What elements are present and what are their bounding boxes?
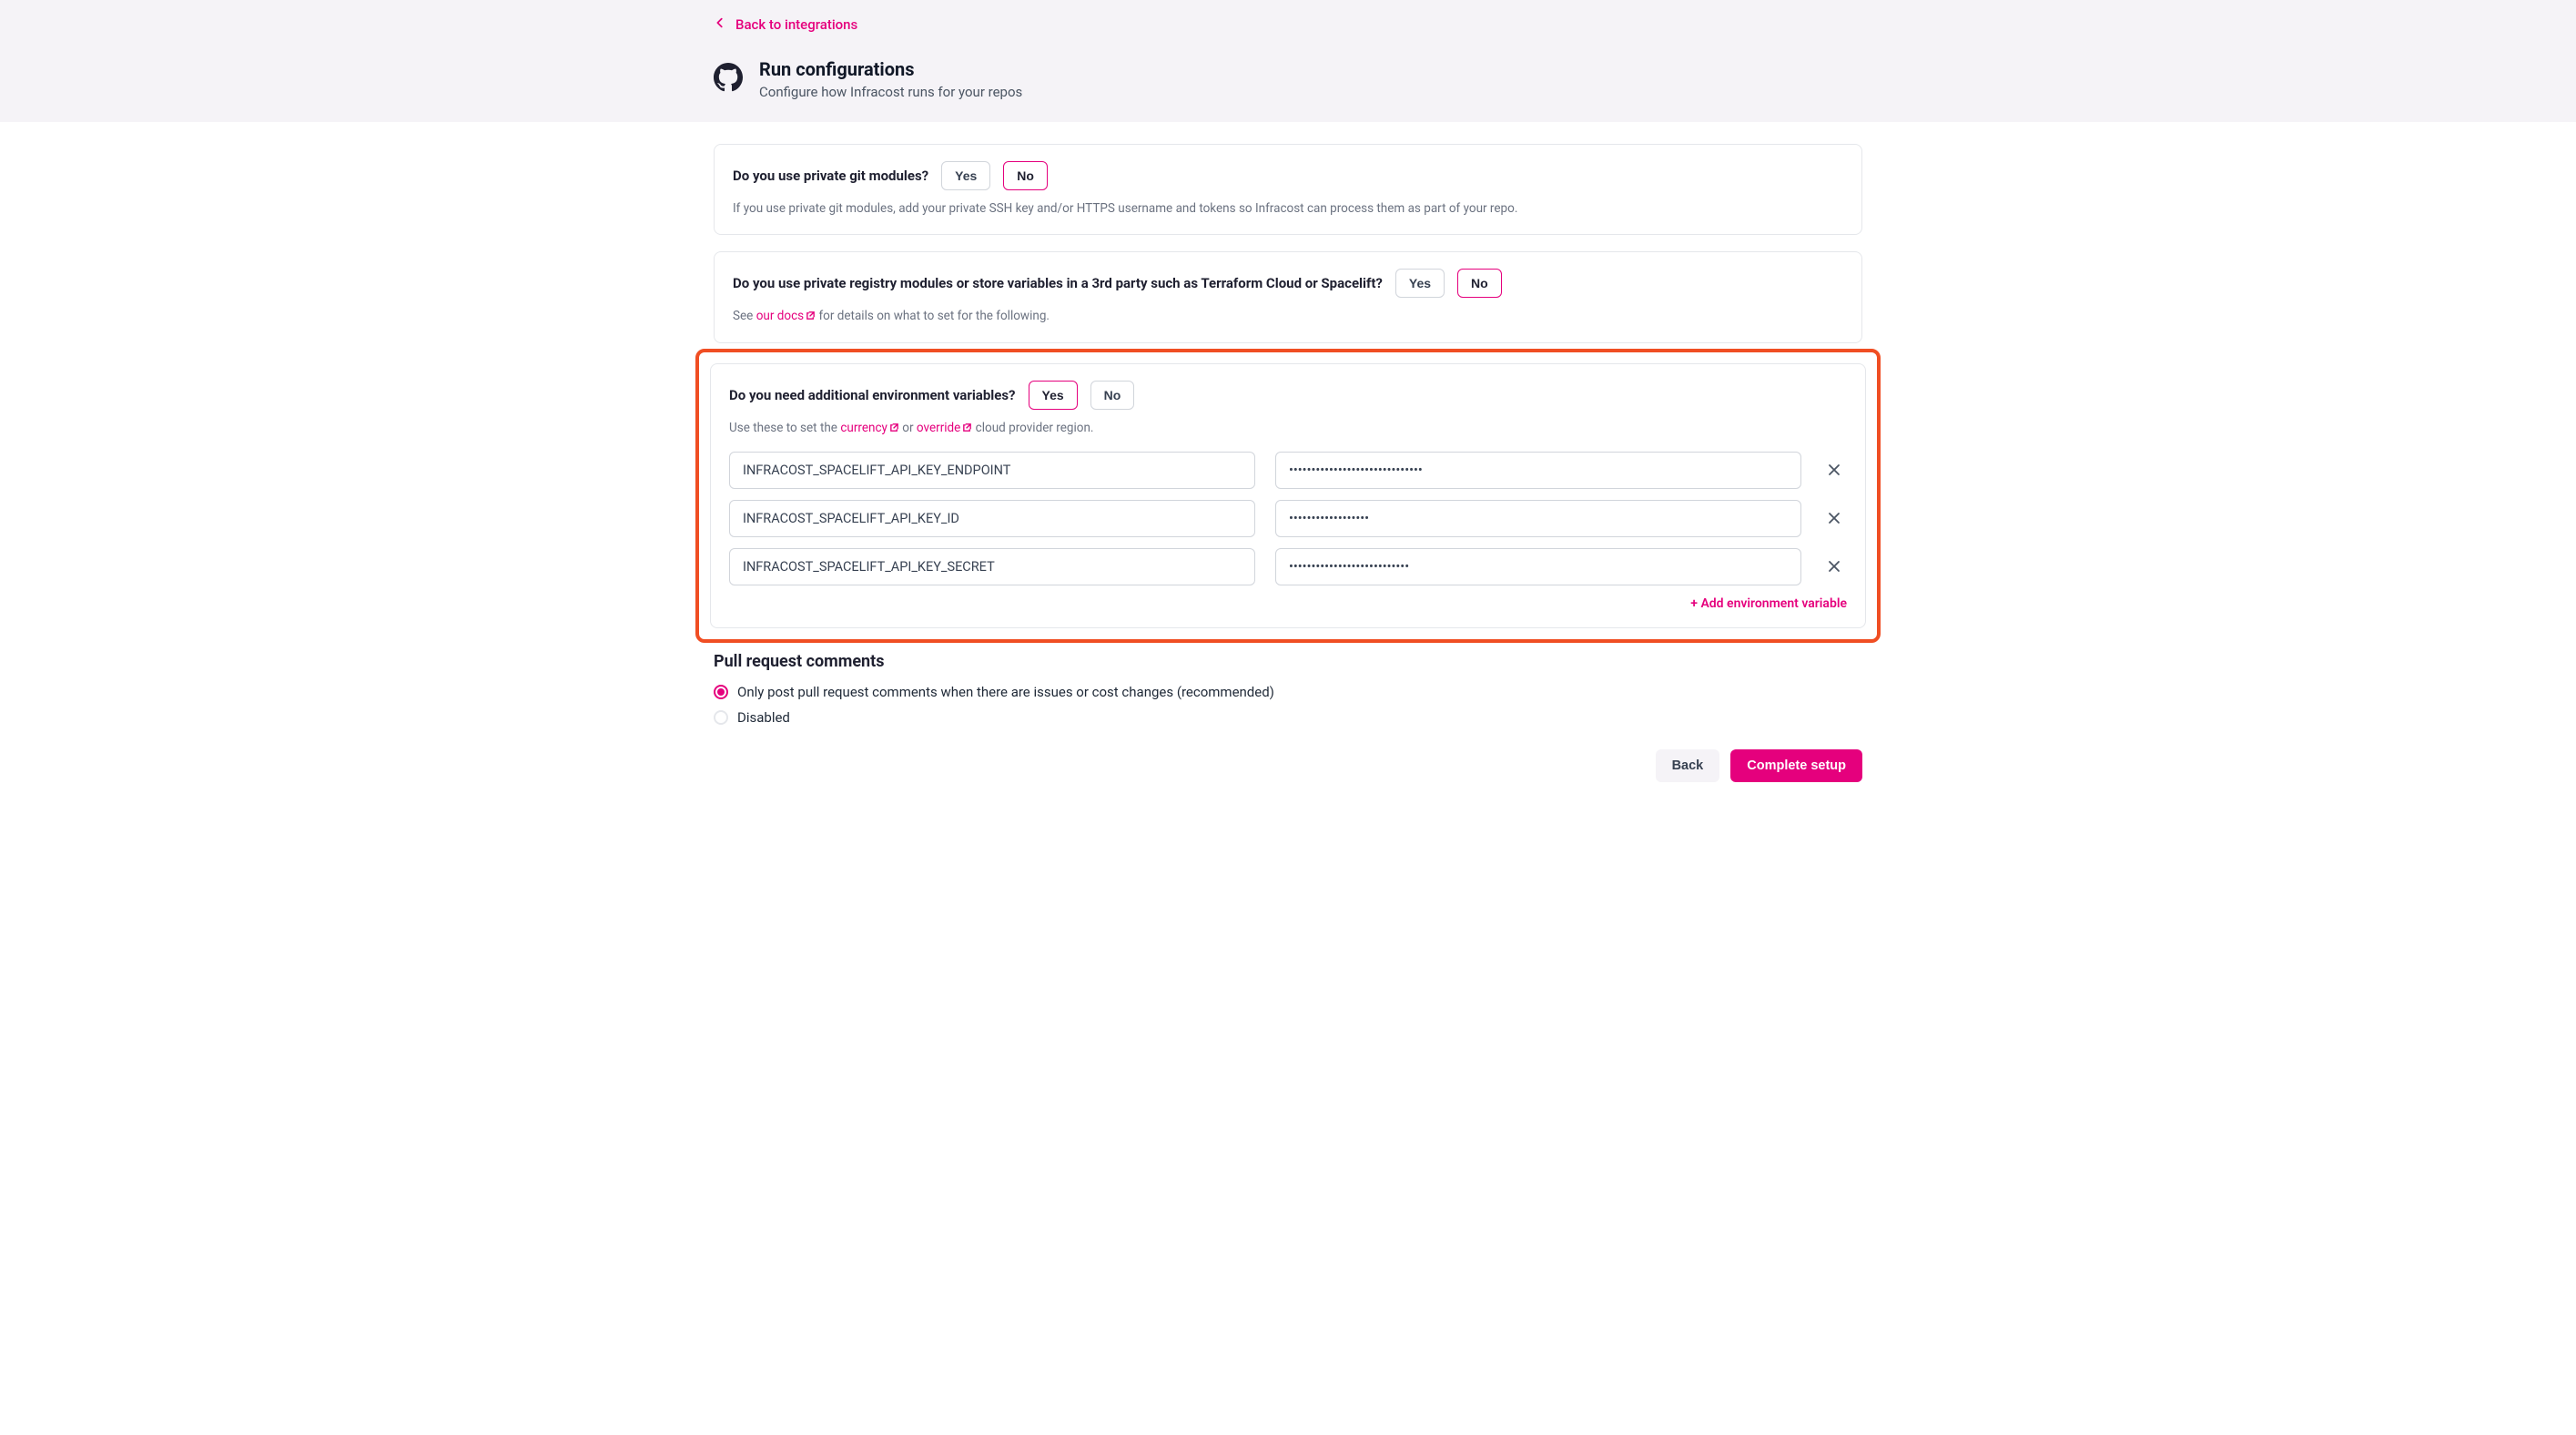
env-key-input[interactable]: [729, 548, 1255, 585]
arrow-left-icon: [714, 16, 726, 33]
currency-link[interactable]: currency: [840, 421, 899, 435]
env-value-input[interactable]: [1275, 500, 1801, 537]
env-row: [729, 500, 1847, 537]
pr-option-recommended[interactable]: Only post pull request comments when the…: [714, 684, 1862, 700]
registry-modules-card: Do you use private registry modules or s…: [714, 251, 1862, 342]
close-icon: [1827, 463, 1841, 477]
github-icon: [714, 63, 743, 96]
env-key-input[interactable]: [729, 452, 1255, 489]
env-vars-help: Use these to set the currency or overrid…: [729, 419, 1847, 437]
pr-option-recommended-label: Only post pull request comments when the…: [737, 684, 1274, 700]
page-title: Run configurations: [759, 58, 1022, 80]
env-vars-card: Do you need additional environment varia…: [710, 363, 1866, 628]
env-vars-no-button[interactable]: No: [1090, 381, 1135, 410]
radio-checked-icon: [714, 685, 728, 699]
env-key-input[interactable]: [729, 500, 1255, 537]
env-vars-yes-button[interactable]: Yes: [1029, 381, 1078, 410]
page-subtitle: Configure how Infracost runs for your re…: [759, 84, 1022, 100]
external-link-icon: [889, 422, 899, 433]
highlighted-env-section: Do you need additional environment varia…: [695, 349, 1881, 643]
git-modules-card: Do you use private git modules? Yes No I…: [714, 144, 1862, 235]
back-link-label: Back to integrations: [735, 16, 857, 33]
pr-comments-title: Pull request comments: [714, 652, 1862, 671]
registry-no-button[interactable]: No: [1457, 269, 1502, 298]
pr-option-disabled-label: Disabled: [737, 709, 790, 726]
back-to-integrations-link[interactable]: Back to integrations: [714, 16, 857, 33]
override-link[interactable]: override: [917, 421, 972, 435]
external-link-icon: [962, 422, 972, 433]
pr-option-disabled[interactable]: Disabled: [714, 709, 1862, 726]
registry-help: See our docs for details on what to set …: [733, 307, 1843, 325]
env-row: [729, 548, 1847, 585]
git-modules-help: If you use private git modules, add your…: [733, 199, 1843, 218]
registry-yes-button[interactable]: Yes: [1395, 269, 1445, 298]
close-icon: [1827, 559, 1841, 574]
radio-unchecked-icon: [714, 710, 728, 725]
add-env-var-link[interactable]: + Add environment variable: [729, 596, 1847, 611]
env-value-input[interactable]: [1275, 452, 1801, 489]
external-link-icon: [806, 310, 816, 321]
env-row: [729, 452, 1847, 489]
remove-env-button[interactable]: [1821, 505, 1847, 531]
remove-env-button[interactable]: [1821, 554, 1847, 579]
git-modules-yes-button[interactable]: Yes: [941, 161, 990, 190]
env-vars-question: Do you need additional environment varia…: [729, 387, 1016, 403]
git-modules-question: Do you use private git modules?: [733, 168, 928, 184]
complete-setup-button[interactable]: Complete setup: [1730, 749, 1862, 782]
close-icon: [1827, 511, 1841, 525]
back-button[interactable]: Back: [1656, 749, 1720, 782]
git-modules-no-button[interactable]: No: [1003, 161, 1048, 190]
remove-env-button[interactable]: [1821, 457, 1847, 483]
registry-question: Do you use private registry modules or s…: [733, 275, 1383, 291]
our-docs-link[interactable]: our docs: [756, 309, 816, 323]
env-value-input[interactable]: [1275, 548, 1801, 585]
